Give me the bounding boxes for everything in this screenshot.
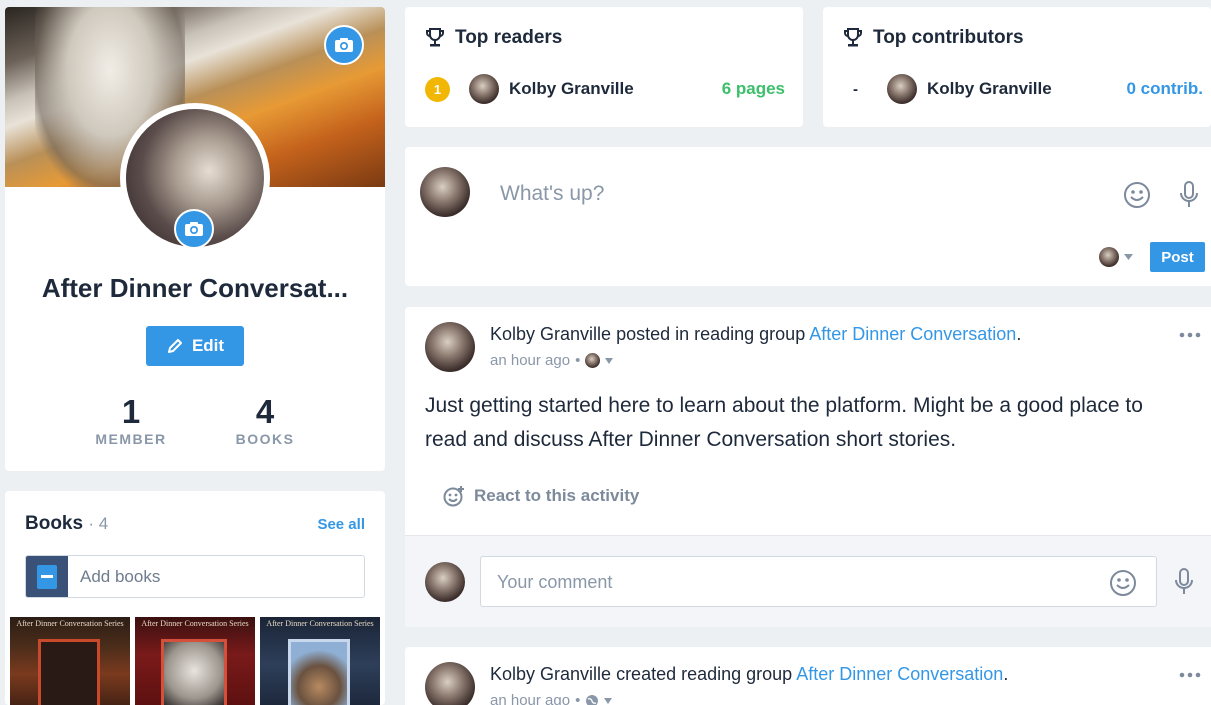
add-books-field[interactable]: Add books [25,555,365,598]
avatar [887,74,917,104]
edit-button[interactable]: Edit [146,326,244,366]
post-meta: an hour ago • [490,352,614,369]
globe-icon [586,694,599,705]
post-action: posted in reading group [611,324,810,344]
avatar [585,353,601,368]
timestamp[interactable]: an hour ago [490,692,570,705]
camera-icon [185,222,203,236]
comment-input[interactable]: Your comment [480,556,1157,607]
book-cover[interactable]: After Dinner Conversation Series [10,617,130,705]
avatar [1099,247,1119,267]
avatar-camera-button[interactable] [174,209,214,249]
stat-label: BOOKS [235,431,295,447]
reader-name[interactable]: Kolby Granville [509,79,634,99]
period: . [1016,324,1022,344]
trophy-icon [426,28,444,47]
group-link[interactable]: After Dinner Conversation [809,324,1016,344]
author-link[interactable]: Kolby Granville [490,664,611,684]
avatar [420,167,470,217]
audience-selector[interactable] [1099,247,1133,267]
avatar[interactable] [425,662,475,705]
top-contributors-title: Top contributors [873,27,1024,48]
post-composer: What's up? Post [405,147,1211,286]
cover-camera-button[interactable] [324,25,364,65]
react-icon [443,486,464,507]
smiley-icon[interactable] [1123,181,1151,209]
post-action: created reading group [611,664,797,684]
avatar [425,562,465,602]
smiley-icon[interactable] [1109,569,1137,597]
book-icon [26,556,68,597]
chevron-down-icon [1124,254,1133,260]
status-input[interactable]: What's up? [500,182,604,206]
post-button[interactable]: Post [1150,242,1205,272]
post-header: Kolby Granville created reading group Af… [490,664,1008,685]
group-title: After Dinner Conversat... [41,273,349,303]
top-reader-row[interactable]: 1 Kolby Granville 6 pages [425,71,785,107]
reader-pages: 6 pages [721,79,785,98]
rank-badge: 1 [425,76,450,102]
trophy-icon [844,28,862,47]
book-series-label: After Dinner Conversation Series [16,619,124,628]
more-icon[interactable] [1179,332,1201,338]
stat-value: 4 [255,393,275,430]
avatar [469,74,499,104]
stat-members[interactable]: 1 MEMBER [81,393,181,447]
top-readers-card: Top readers 1 Kolby Granville 6 pages [405,7,803,127]
profile-card: After Dinner Conversat... Edit 1 MEMBER … [5,7,385,471]
camera-icon [335,38,353,52]
react-label: React to this activity [474,486,640,505]
separator: • [575,692,581,705]
activity-post: Kolby Granville posted in reading group … [405,307,1211,627]
timestamp[interactable]: an hour ago [490,352,570,369]
books-count: · 4 [88,514,109,533]
react-button[interactable]: React to this activity [443,485,639,507]
comment-placeholder: Your comment [497,572,613,592]
activity-post: Kolby Granville created reading group Af… [405,647,1211,705]
stat-value: 1 [121,393,141,430]
pencil-icon [167,339,182,353]
book-series-label: After Dinner Conversation Series [141,619,249,628]
books-title: Books [25,513,84,534]
contributor-count: 0 contrib. [1126,79,1203,98]
more-icon[interactable] [1179,672,1201,678]
book-cover[interactable]: After Dinner Conversation Series [260,617,380,705]
add-books-input[interactable]: Add books [80,567,160,587]
mic-icon[interactable] [1172,567,1196,597]
chevron-down-icon[interactable] [605,357,614,364]
books-card: Books · 4 See all Add books After Dinner… [5,491,385,705]
stat-label: MEMBER [95,431,167,447]
comment-section: Your comment [405,535,1211,627]
author-link[interactable]: Kolby Granville [490,324,611,344]
book-cover[interactable]: After Dinner Conversation Series [135,617,255,705]
see-all-link[interactable]: See all [317,516,365,533]
edit-label: Edit [191,336,225,355]
rank-label: - [853,80,858,98]
book-series-label: After Dinner Conversation Series [266,619,374,628]
post-body: Just getting started here to learn about… [425,394,1143,451]
post-meta: an hour ago • [490,692,613,705]
group-link[interactable]: After Dinner Conversation [796,664,1003,684]
top-contributor-row[interactable]: - Kolby Granville 0 contrib. [843,71,1203,107]
contributor-name[interactable]: Kolby Granville [927,79,1052,99]
avatar[interactable] [425,322,475,372]
separator: • [575,352,581,369]
top-readers-title: Top readers [455,27,563,48]
chevron-down-icon[interactable] [604,697,613,704]
post-header: Kolby Granville posted in reading group … [490,324,1021,345]
period: . [1003,664,1009,684]
mic-icon[interactable] [1177,180,1201,210]
top-contributors-card: Top contributors - Kolby Granville 0 con… [823,7,1211,127]
stat-books[interactable]: 4 BOOKS [215,393,315,447]
